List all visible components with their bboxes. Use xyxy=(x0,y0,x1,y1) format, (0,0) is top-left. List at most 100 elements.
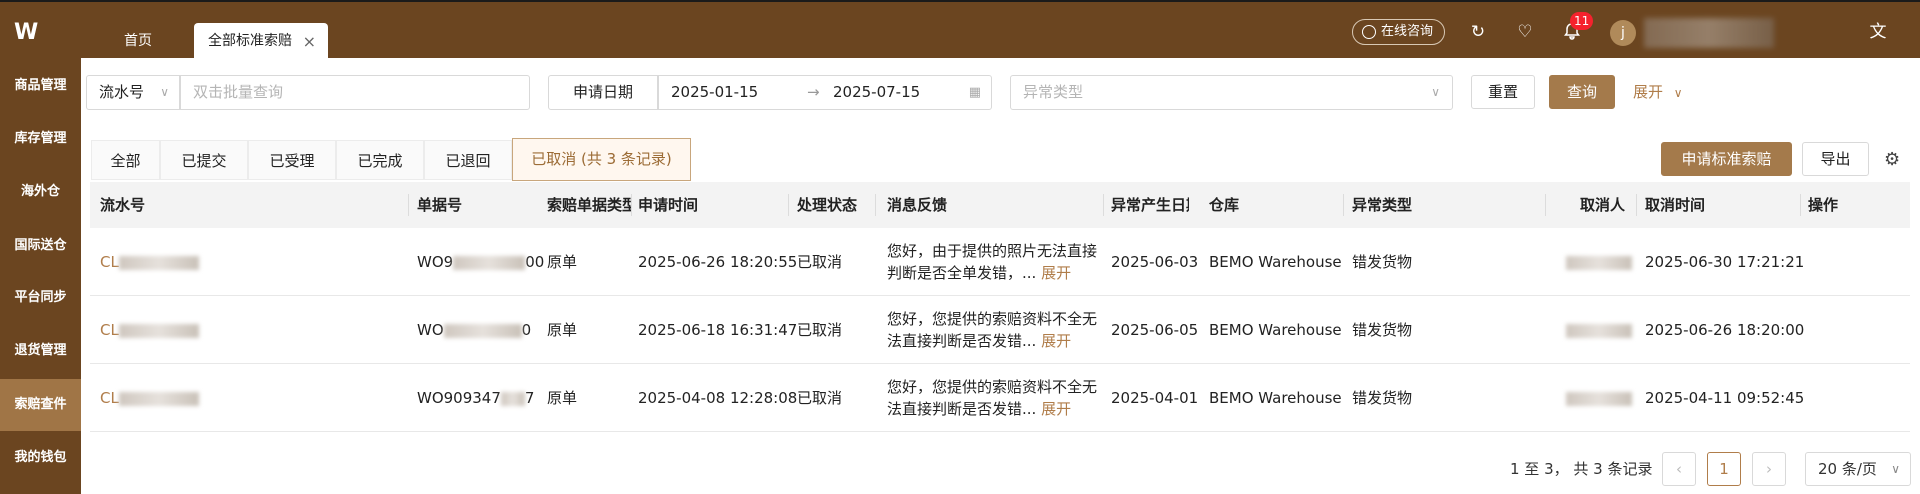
feedback: 您好，由于提供的照片无法直接判断是否全单发错，... 展开 xyxy=(887,228,1097,296)
col-exception-date: 异常产生日期 xyxy=(1111,196,1189,214)
tab-cancelled[interactable]: 已取消 (共 3 条记录) xyxy=(512,138,691,181)
col-divider xyxy=(875,194,876,216)
exception-type: 错发货物 xyxy=(1352,253,1413,271)
col-cancelled-by: 取消人 xyxy=(1580,196,1626,214)
sidebar-item-inventory[interactable]: 库存管理 xyxy=(0,113,81,165)
sidebar-item-intl-delivery[interactable]: 国际送仓 xyxy=(0,220,81,272)
cancelled-by xyxy=(1566,228,1632,296)
tab-all[interactable]: 全部 xyxy=(91,140,160,180)
date-type-label[interactable]: 申请日期 xyxy=(548,75,658,110)
id-type-value: 流水号 xyxy=(99,83,145,101)
date-range-picker[interactable]: 2025-01-15 → 2025-07-15 ▦ xyxy=(658,75,992,110)
cancel-time: 2025-06-26 18:20:00 xyxy=(1645,321,1805,339)
chevron-down-icon: ∨ xyxy=(1431,85,1440,99)
serial-link[interactable]: CL xyxy=(100,296,199,364)
col-warehouse: 仓库 xyxy=(1209,196,1240,214)
tab-returned[interactable]: 已退回 xyxy=(424,140,512,180)
doc-suffix: 00 xyxy=(525,253,545,271)
col-actions: 操作 xyxy=(1808,196,1839,214)
doc-prefix: WO xyxy=(417,321,444,339)
gear-icon[interactable]: ⚙ xyxy=(1884,149,1900,170)
doc-suffix: 0 xyxy=(521,321,532,339)
cancel-time: 2025-04-11 09:52:45 xyxy=(1645,389,1805,407)
apply-time: 2025-06-18 16:31:47 xyxy=(638,321,798,339)
sidebar-item-platform-sync[interactable]: 平台同步 xyxy=(0,272,81,324)
sidebar-item-products[interactable]: 商品管理 xyxy=(0,60,81,112)
sidebar-item-returns[interactable]: 退货管理 xyxy=(0,325,81,377)
exception-date: 2025-04-01 xyxy=(1111,389,1199,407)
tab-label: 全部标准索赔 xyxy=(208,33,292,49)
col-divider xyxy=(1800,194,1801,216)
feedback-expand-link[interactable]: 展开 xyxy=(1041,264,1071,282)
username-redacted[interactable] xyxy=(1644,18,1774,48)
sidebar-item-overseas[interactable]: 海外仓 xyxy=(0,166,81,218)
exception-type: 错发货物 xyxy=(1352,321,1413,339)
warehouse: BEMO Warehouse xyxy=(1209,389,1342,407)
apply-standard-claim-button[interactable]: 申请标准索赔 xyxy=(1661,142,1792,176)
col-exception-type: 异常类型 xyxy=(1352,196,1413,214)
exception-type: 错发货物 xyxy=(1352,389,1413,407)
table-row: CL WO909347 7 原单 2025-04-08 12:28:08 已取消 … xyxy=(90,364,1910,432)
close-icon[interactable]: × xyxy=(303,23,316,60)
tab-all-standard-claims[interactable]: 全部标准索赔 × xyxy=(194,23,328,60)
tab-completed[interactable]: 已完成 xyxy=(336,140,424,180)
page-size-value: 20 条/页 xyxy=(1818,460,1877,478)
next-page-button[interactable]: › xyxy=(1752,452,1786,486)
warehouse: BEMO Warehouse xyxy=(1209,321,1342,339)
doc-prefix: WO9 xyxy=(417,253,454,271)
feedback-expand-link[interactable]: 展开 xyxy=(1041,332,1071,350)
doc-type: 原单 xyxy=(547,321,578,339)
col-serial: 流水号 xyxy=(100,196,146,214)
doc-no: WO9 00 xyxy=(417,228,544,296)
batch-search-input[interactable]: 双击批量查询 xyxy=(180,75,530,110)
redacted-text xyxy=(118,323,199,338)
search-button[interactable]: 查询 xyxy=(1549,75,1615,109)
avatar[interactable]: j xyxy=(1610,20,1636,46)
heart-icon[interactable]: ♡ xyxy=(1515,22,1535,42)
translate-icon[interactable]: 文 xyxy=(1868,22,1888,42)
date-start: 2025-01-15 xyxy=(671,83,759,101)
chat-icon xyxy=(1362,25,1376,39)
tab-home[interactable]: 首页 xyxy=(98,26,178,58)
serial-prefix: CL xyxy=(100,389,119,407)
redacted-text xyxy=(1566,323,1632,338)
col-divider xyxy=(1343,194,1344,216)
serial-link[interactable]: CL xyxy=(100,228,199,296)
page-number-button[interactable]: 1 xyxy=(1707,452,1741,486)
id-type-select[interactable]: 流水号 ∨ xyxy=(86,75,180,110)
exception-type-placeholder: 异常类型 xyxy=(1023,83,1084,101)
reset-button[interactable]: 重置 xyxy=(1471,75,1535,109)
tab-submitted[interactable]: 已提交 xyxy=(160,140,248,180)
table-row: CL WO 0 原单 2025-06-18 16:31:47 已取消 您好，您提供… xyxy=(90,296,1910,364)
sidebar-item-wallet[interactable]: 我的钱包 xyxy=(0,432,81,484)
cancelled-by xyxy=(1566,364,1632,432)
col-divider xyxy=(788,194,789,216)
serial-prefix: CL xyxy=(100,253,119,271)
col-cancel-time: 取消时间 xyxy=(1645,196,1706,214)
exception-type-select[interactable]: 异常类型 ∨ xyxy=(1010,75,1453,110)
col-apply-time: 申请时间 xyxy=(638,196,699,214)
col-doc-type: 索赔单据类型 xyxy=(547,196,631,214)
date-label: 申请日期 xyxy=(572,83,633,101)
prev-page-button[interactable]: ‹ xyxy=(1662,452,1696,486)
online-consult-button[interactable]: 在线咨询 xyxy=(1352,19,1445,45)
refresh-icon[interactable]: ↻ xyxy=(1468,22,1488,42)
warehouse: BEMO Warehouse xyxy=(1209,253,1342,271)
tab-accepted[interactable]: 已受理 xyxy=(248,140,336,180)
feedback-expand-link[interactable]: 展开 xyxy=(1041,400,1071,418)
feedback: 您好，您提供的索赔资料不全无法直接判断是否发错... 展开 xyxy=(887,364,1097,432)
table-header: 流水号 单据号 索赔单据类型 申请时间 处理状态 消息反馈 异常产生日期 仓库 … xyxy=(90,182,1910,228)
logo[interactable]: W xyxy=(14,20,66,45)
calendar-icon: ▦ xyxy=(968,85,981,100)
arrow-right-icon: → xyxy=(807,83,820,101)
feedback: 您好，您提供的索赔资料不全无法直接判断是否发错... 展开 xyxy=(887,296,1097,364)
redacted-text xyxy=(118,391,199,406)
expand-filters-button[interactable]: 展开 ∨ xyxy=(1633,75,1683,109)
serial-link[interactable]: CL xyxy=(100,364,199,432)
cancel-time: 2025-06-30 17:21:21 xyxy=(1645,253,1805,271)
chevron-down-icon: ∨ xyxy=(160,85,169,99)
sidebar-item-claims[interactable]: 索赔查件 xyxy=(0,379,81,431)
page-size-select[interactable]: 20 条/页 ∨ xyxy=(1805,452,1911,486)
export-button[interactable]: 导出 xyxy=(1802,142,1869,176)
doc-no: WO 0 xyxy=(417,296,531,364)
